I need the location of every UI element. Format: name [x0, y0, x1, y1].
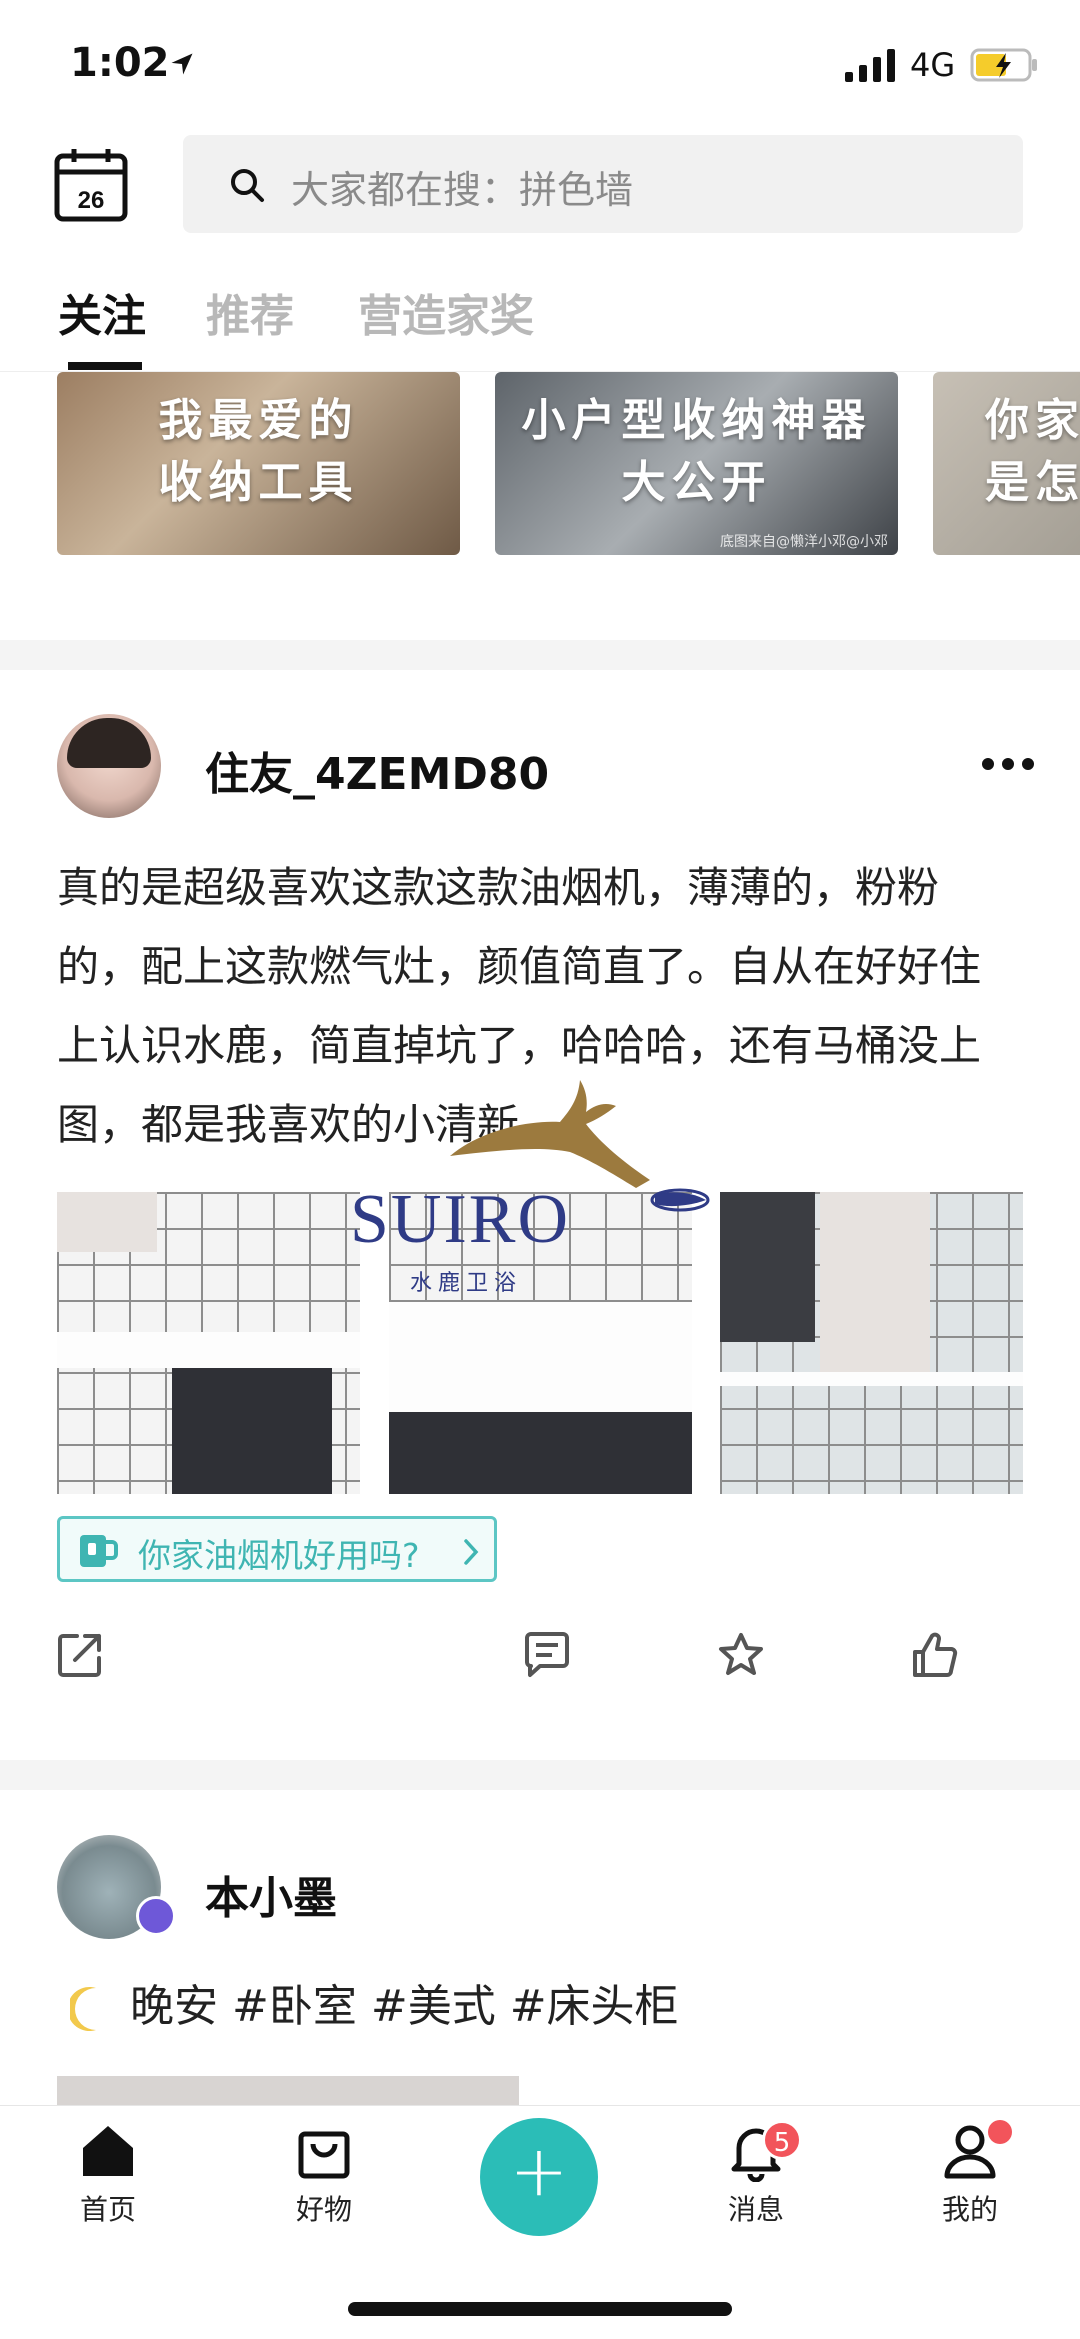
nav-label: 好物	[295, 2193, 352, 2226]
banner-title-line: 我最爱的	[158, 395, 359, 446]
post-text-content: 晚安 #卧室 #美式 #床头柜	[130, 1981, 679, 2032]
banner-card[interactable]: 我最爱的 收纳工具	[57, 372, 460, 555]
post-photo[interactable]	[57, 1192, 360, 1494]
unread-badge: 5	[762, 2120, 802, 2160]
avatar[interactable]	[57, 714, 161, 818]
search-placeholder: 大家都在搜：拼色墙	[291, 168, 634, 212]
post-username[interactable]: 本小墨	[205, 1862, 337, 1926]
post-text: 晚安 #卧室 #美式 #床头柜	[70, 1970, 679, 2034]
comment-icon[interactable]	[522, 1630, 572, 1680]
banner-title-line: 小户型收纳神器	[521, 395, 872, 446]
network-type: 4G	[910, 46, 956, 84]
like-icon[interactable]	[910, 1630, 960, 1680]
crescent-moon-icon	[70, 1987, 96, 2031]
post-username[interactable]: 住友_4ZEMD80	[205, 738, 549, 802]
create-post-button[interactable]: +	[480, 2118, 598, 2236]
mug-icon	[80, 1535, 118, 1567]
home-indicator[interactable]	[348, 2302, 732, 2316]
battery-charging-icon	[970, 48, 1037, 82]
banner-credit: 底图来自@懒洋小邓@小邓	[720, 534, 888, 550]
post-photo[interactable]	[720, 1192, 1023, 1494]
tab-following[interactable]: 关注	[58, 280, 146, 344]
banner-carousel: 我最爱的收纳工具 小户型收纳神器 大公开 底图来自@懒洋小邓@小邓 你家是怎	[0, 372, 1080, 557]
banner-title-line: 大公开	[621, 457, 772, 508]
location-arrow-icon	[171, 53, 193, 75]
verified-badge-icon	[136, 1896, 176, 1936]
topic-label: 你家油烟机好用吗?	[138, 1536, 420, 1575]
nav-label: 消息	[727, 2193, 784, 2226]
share-icon[interactable]	[55, 1630, 105, 1680]
feed-tabs: 关注 推荐 营造家奖	[0, 260, 1080, 372]
plus-icon: +	[509, 2130, 569, 2212]
nav-label: 首页	[79, 2193, 136, 2226]
post-photo[interactable]	[57, 2076, 519, 2106]
status-bar: 1:02 4G	[0, 0, 1080, 130]
post-text: 真的是超级喜欢这款这款油烟机，薄薄的，粉粉的，配上这款燃气灶，颜值简直了。自从在…	[57, 863, 982, 1149]
tab-recommended[interactable]: 推荐	[206, 280, 294, 344]
notification-dot	[988, 2120, 1012, 2144]
home-icon	[83, 2126, 133, 2176]
banner-card[interactable]: 小户型收纳神器 大公开 底图来自@懒洋小邓@小邓	[495, 372, 898, 555]
post-photo[interactable]	[389, 1192, 692, 1494]
banner-title-line: 你家	[985, 395, 1080, 446]
banner-title-line: 收纳工具	[158, 457, 359, 508]
more-options-icon[interactable]	[980, 756, 1036, 772]
calendar-icon[interactable]: 26	[54, 146, 128, 222]
status-time: 1:02	[70, 40, 170, 86]
topic-tag[interactable]: 你家油烟机好用吗?	[57, 1516, 497, 1582]
nav-goods[interactable]: 好物	[264, 2120, 384, 2228]
search-icon	[231, 169, 264, 202]
shopping-bag-icon	[298, 2131, 350, 2179]
search-bar[interactable]: 大家都在搜：拼色墙	[183, 135, 1023, 233]
banner-title-line: 是怎	[985, 457, 1080, 508]
chevron-right-icon	[464, 1539, 479, 1565]
calendar-day: 26	[78, 187, 105, 214]
section-divider	[0, 1760, 1080, 1790]
nav-home[interactable]: 首页	[48, 2120, 168, 2228]
star-icon[interactable]	[716, 1630, 766, 1680]
tab-design-awards[interactable]: 营造家奖	[358, 280, 534, 344]
nav-label: 我的	[941, 2193, 998, 2226]
signal-icon	[845, 49, 895, 82]
nav-profile[interactable]: 我的	[910, 2120, 1030, 2228]
banner-card[interactable]: 你家 是怎	[933, 372, 1080, 555]
active-tab-indicator	[68, 362, 142, 370]
section-divider	[0, 640, 1080, 670]
